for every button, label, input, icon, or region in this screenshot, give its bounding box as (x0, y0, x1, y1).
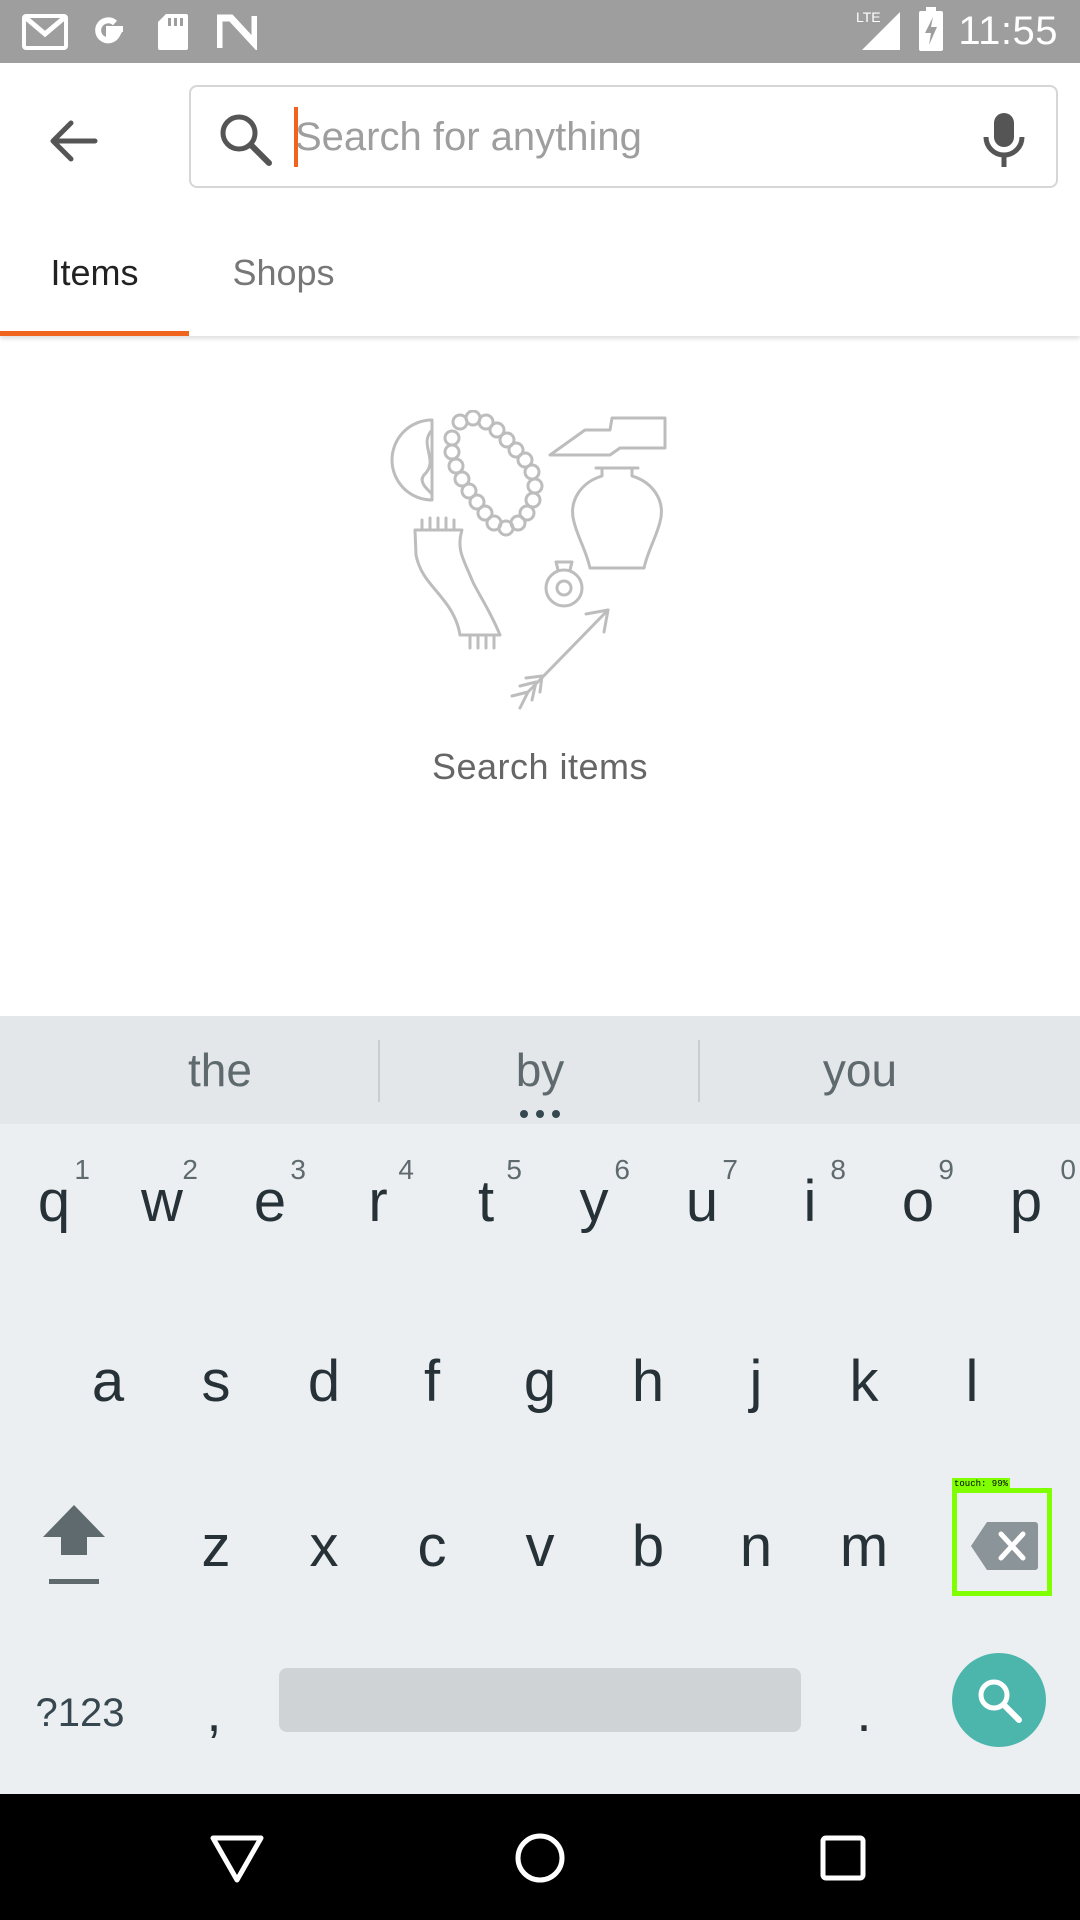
comma-key[interactable]: , (160, 1638, 268, 1788)
period-key[interactable]: . (810, 1638, 918, 1788)
active-tab-indicator (0, 331, 189, 336)
key-w[interactable]: w2 (108, 1126, 216, 1276)
key-d[interactable]: d (270, 1306, 378, 1456)
key-n[interactable]: n (702, 1471, 810, 1621)
key-f[interactable]: f (378, 1306, 486, 1456)
status-bar: LTE 11:55 (0, 0, 1080, 63)
lte-signal-icon: LTE (854, 6, 904, 57)
suggestion-strip: the by you (0, 1016, 1080, 1124)
text-cursor (294, 107, 298, 167)
key-t[interactable]: t5 (432, 1126, 540, 1276)
more-suggestions-indicator (520, 1110, 560, 1118)
key-u[interactable]: u7 (648, 1126, 756, 1276)
system-status: LTE 11:55 (854, 6, 1058, 56)
key-j[interactable]: j (702, 1306, 810, 1456)
n-icon (214, 12, 260, 52)
search-bar[interactable] (189, 85, 1058, 188)
suggestion-1[interactable]: the (60, 1016, 380, 1124)
shift-icon (43, 1505, 105, 1584)
items-illustration (390, 410, 667, 710)
circle-home-icon (515, 1833, 565, 1883)
key-x[interactable]: x (270, 1471, 378, 1621)
key-i[interactable]: i8 (756, 1126, 864, 1276)
battery-charging-icon (918, 6, 944, 56)
key-g[interactable]: g (486, 1306, 594, 1456)
key-q[interactable]: q1 (0, 1126, 108, 1276)
search-header (0, 63, 1080, 209)
soft-keyboard: the by you q1 w2 e3 r4 t5 y6 u7 i8 o9 p0… (0, 1016, 1080, 1794)
search-action-key[interactable] (952, 1653, 1046, 1747)
tab-shops[interactable]: Shops (189, 209, 378, 336)
nav-home-button[interactable] (506, 1824, 574, 1892)
empty-state-text: Search items (431, 746, 649, 787)
key-m[interactable]: m (810, 1471, 918, 1621)
symbols-key[interactable]: ?123 (20, 1638, 140, 1788)
navigation-bar (0, 1794, 1080, 1920)
key-k[interactable]: k (810, 1306, 918, 1456)
key-y[interactable]: y6 (540, 1126, 648, 1276)
search-tabs: Items Shops (0, 209, 1080, 336)
key-s[interactable]: s (162, 1306, 270, 1456)
google-icon (86, 12, 132, 52)
nav-recents-button[interactable] (809, 1824, 877, 1892)
key-p[interactable]: p0 (972, 1126, 1080, 1276)
key-o[interactable]: o9 (864, 1126, 972, 1276)
square-recents-icon (820, 1835, 866, 1881)
sd-card-icon (150, 12, 196, 52)
key-c[interactable]: c (378, 1471, 486, 1621)
key-r[interactable]: r4 (324, 1126, 432, 1276)
clock: 11:55 (958, 8, 1058, 53)
search-input[interactable] (295, 101, 935, 173)
touch-indicator (952, 1488, 1052, 1596)
key-a[interactable]: a (54, 1306, 162, 1456)
arrow-back-icon (50, 120, 98, 162)
search-icon (978, 1679, 1022, 1723)
key-l[interactable]: l (918, 1306, 1026, 1456)
tab-items[interactable]: Items (0, 209, 189, 336)
shift-key[interactable] (20, 1471, 128, 1621)
key-v[interactable]: v (486, 1471, 594, 1621)
microphone-icon[interactable] (974, 107, 1034, 171)
key-z[interactable]: z (162, 1471, 270, 1621)
key-h[interactable]: h (594, 1306, 702, 1456)
suggestion-2[interactable]: by (380, 1016, 700, 1124)
gmail-icon (22, 12, 68, 52)
tab-shops-label: Shops (232, 251, 335, 293)
key-b[interactable]: b (594, 1471, 702, 1621)
tab-items-label: Items (50, 251, 139, 293)
nav-back-button[interactable] (203, 1824, 271, 1892)
key-e[interactable]: e3 (216, 1126, 324, 1276)
suggestion-3[interactable]: you (700, 1016, 1020, 1124)
back-button[interactable] (34, 101, 114, 181)
search-icon (220, 114, 272, 166)
svg-text:LTE: LTE (856, 9, 881, 25)
triangle-back-icon (210, 1835, 264, 1883)
space-bar[interactable] (279, 1668, 801, 1732)
notification-icons (22, 10, 260, 54)
